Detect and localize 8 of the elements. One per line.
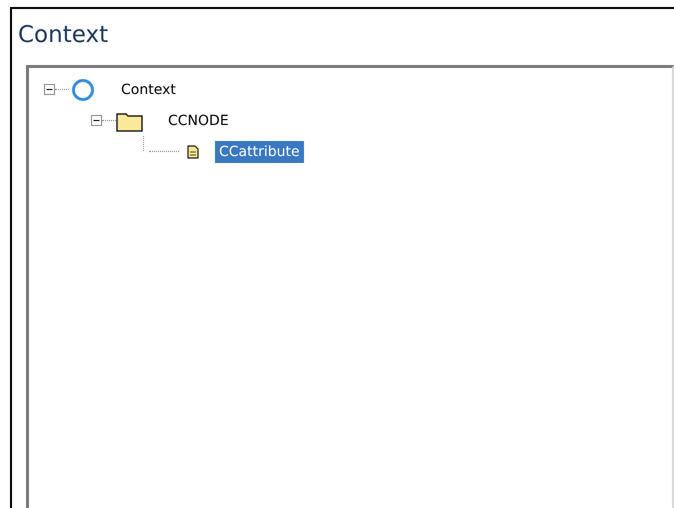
page-title: Context: [17, 21, 108, 50]
collapse-toggle[interactable]: [91, 115, 102, 126]
document-icon: [187, 144, 199, 158]
tree-item[interactable]: CCattribute: [215, 140, 304, 162]
tree-item[interactable]: CCNODE: [164, 110, 233, 132]
circle-icon: [71, 78, 95, 102]
tree-item[interactable]: Context: [117, 78, 180, 100]
collapse-toggle[interactable]: [44, 84, 55, 95]
